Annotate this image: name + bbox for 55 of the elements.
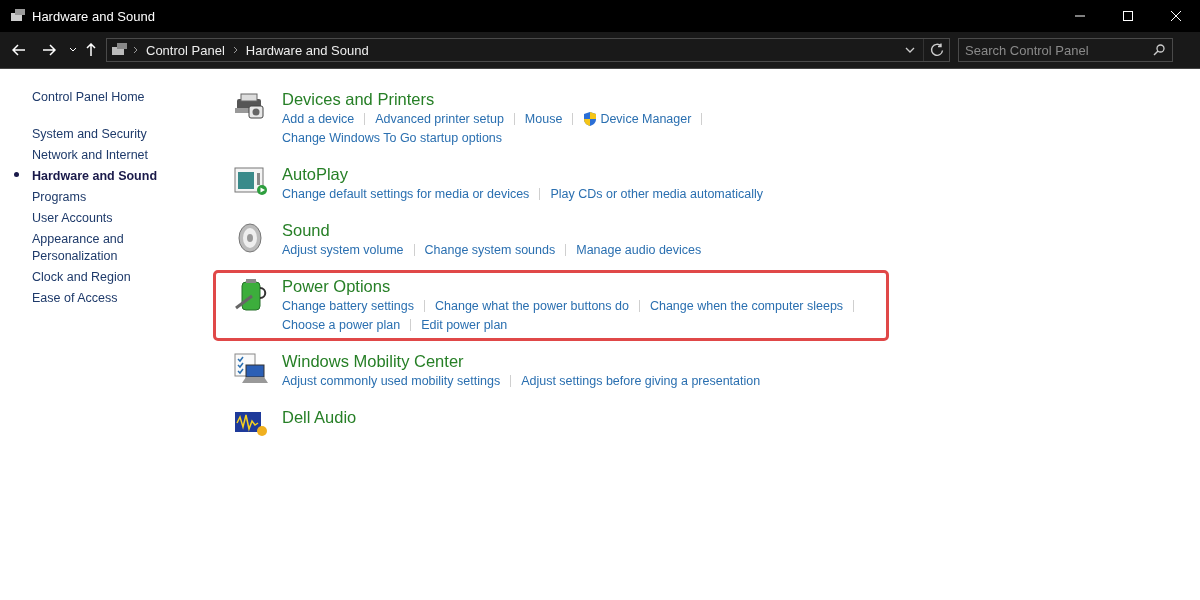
- sidebar-link[interactable]: Clock and Region: [32, 267, 152, 288]
- up-arrow-icon: [86, 43, 96, 57]
- category-title-link[interactable]: Power Options: [282, 276, 391, 296]
- window-title: Hardware and Sound: [32, 8, 156, 24]
- left-arrow-icon: [12, 44, 26, 56]
- right-arrow-icon: [42, 44, 56, 56]
- maximize-icon: [1122, 10, 1134, 22]
- shield-icon: [583, 110, 598, 127]
- task-link[interactable]: Change Windows To Go startup options: [282, 130, 503, 145]
- sidebar-link[interactable]: System and Security: [32, 124, 152, 145]
- task-link[interactable]: Manage audio devices: [576, 242, 702, 257]
- audio-wave-icon: [234, 409, 268, 437]
- battery-plug-icon: [234, 278, 268, 312]
- chevron-icon: [232, 46, 238, 54]
- search-field[interactable]: Search Control Panel: [958, 38, 1173, 62]
- task-link[interactable]: Choose a power plan: [282, 317, 401, 332]
- task-link[interactable]: Add a device: [282, 111, 355, 126]
- task-link[interactable]: Mouse: [524, 111, 563, 126]
- chevron-icon: [133, 46, 138, 54]
- category-title-link[interactable]: Sound: [282, 220, 330, 240]
- category-title-link[interactable]: Windows Mobility Center: [282, 351, 464, 371]
- close-icon: [1170, 10, 1182, 22]
- sidebar-link[interactable]: Ease of Access: [32, 288, 152, 309]
- sidebar-link[interactable]: Control Panel Home: [32, 87, 152, 108]
- printer-camera-icon: [234, 91, 266, 121]
- category-title-link[interactable]: Devices and Printers: [282, 89, 435, 109]
- sidebar-link[interactable]: Appearance and Personalization: [32, 229, 152, 267]
- category-title-link[interactable]: AutoPlay: [282, 164, 349, 184]
- task-link[interactable]: Adjust settings before giving a presentation: [521, 373, 761, 388]
- breadcrumb[interactable]: Hardware and Sound: [241, 42, 373, 58]
- task-link[interactable]: Adjust commonly used mobility settings: [282, 373, 501, 388]
- task-link[interactable]: Change system sounds: [424, 242, 556, 257]
- chevron-down-icon: [69, 47, 77, 53]
- task-link[interactable]: Play CDs or other media automatically: [550, 186, 763, 201]
- sidebar-link[interactable]: Network and Internet: [32, 145, 152, 166]
- task-link[interactable]: Device Manager: [583, 110, 692, 127]
- dropdown-chevron-icon[interactable]: [905, 47, 915, 53]
- refresh-icon: [929, 43, 944, 57]
- search-icon: [1153, 44, 1165, 56]
- task-link[interactable]: Change when the computer sleeps: [649, 298, 844, 313]
- breadcrumb[interactable]: Control Panel: [142, 42, 229, 58]
- task-link[interactable]: Change battery settings: [282, 298, 415, 313]
- address-field[interactable]: Control Panel Hardware and Sound: [106, 38, 950, 62]
- laptop-checklist-icon: [234, 353, 268, 385]
- current-bullet-icon: [14, 172, 19, 177]
- sidebar-link[interactable]: User Accounts: [32, 208, 152, 229]
- task-link[interactable]: Change what the power buttons do: [435, 298, 629, 313]
- sidebar-link[interactable]: Hardware and Sound: [32, 166, 172, 187]
- task-link[interactable]: Adjust system volume: [282, 242, 404, 257]
- task-link[interactable]: Advanced printer setup: [375, 111, 504, 126]
- task-link[interactable]: Change default settings for media or devices: [282, 186, 530, 201]
- media-window-icon: [234, 166, 268, 196]
- category-title-link[interactable]: Dell Audio: [282, 407, 357, 427]
- sidebar-link[interactable]: Programs: [32, 187, 152, 208]
- task-link[interactable]: Edit power plan: [421, 317, 508, 332]
